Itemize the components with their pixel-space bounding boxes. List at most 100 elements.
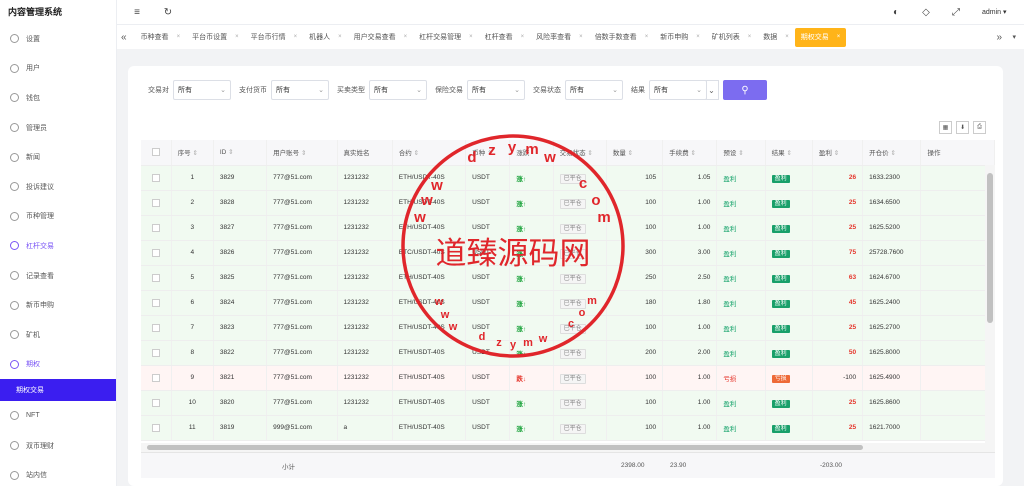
tab[interactable]: 矿机列表 × xyxy=(706,28,758,47)
tab[interactable]: 机器人 × xyxy=(303,28,348,47)
row-select-cell[interactable] xyxy=(141,265,172,291)
checkbox[interactable] xyxy=(151,298,160,307)
close-icon[interactable]: × xyxy=(469,34,473,40)
row-select-cell[interactable] xyxy=(141,415,172,441)
column-header[interactable]: 合约 ⇕ xyxy=(392,140,467,166)
print-icon[interactable]: ⎙ xyxy=(973,121,986,134)
column-header[interactable]: 盈利 ⇕ xyxy=(812,140,864,166)
table-row[interactable]: 8 3822 777@51.com 1231232 ETH/USDT-40S USDT 涨↑… xyxy=(141,340,995,366)
sidebar-item[interactable]: 杠杆交易 xyxy=(0,231,116,261)
user-menu[interactable]: admin ▾ xyxy=(982,8,1007,16)
table-row[interactable]: 6 3824 777@51.com 1231232 ETH/USDT-40S USDT 涨↑… xyxy=(141,290,995,316)
sidebar-item[interactable]: 管理员 xyxy=(0,113,116,143)
tabs-dropdown-icon[interactable]: ▾ xyxy=(1012,33,1016,41)
tab[interactable]: 币种查看 × xyxy=(135,28,187,47)
close-icon[interactable]: × xyxy=(837,34,841,40)
search-button[interactable]: ⚲ xyxy=(723,80,767,100)
refresh-icon[interactable]: ↻ xyxy=(160,4,176,20)
menu-collapse-icon[interactable]: ≡ xyxy=(129,4,145,20)
horizontal-scrollbar[interactable] xyxy=(141,443,995,452)
column-header[interactable]: 序号 ⇕ xyxy=(171,140,214,166)
tab[interactable]: 平台币行情 × xyxy=(245,28,304,47)
palette-icon[interactable]: ◐ xyxy=(888,4,904,20)
sort-icon[interactable]: ⇕ xyxy=(785,150,791,157)
close-icon[interactable]: × xyxy=(404,34,408,40)
tab[interactable]: 新币申购 × xyxy=(654,28,706,47)
sort-icon[interactable]: ⇕ xyxy=(412,150,419,157)
sidebar-item[interactable]: 新币申购 xyxy=(0,290,116,320)
sort-icon[interactable]: ⇕ xyxy=(626,150,633,157)
checkbox[interactable] xyxy=(151,398,160,407)
row-select-cell[interactable] xyxy=(141,315,172,341)
sidebar-item[interactable]: 期权交易 xyxy=(0,379,116,402)
fullscreen-icon[interactable]: ⤢ xyxy=(948,4,964,20)
sidebar-item[interactable]: 站内信 xyxy=(0,460,116,486)
tab[interactable]: 倍数手数查看 × xyxy=(589,28,655,47)
filter-select[interactable]: 所有 ⌄ xyxy=(173,80,231,100)
tab[interactable]: 风险率查看 × xyxy=(530,28,589,47)
checkbox[interactable] xyxy=(151,248,160,257)
sidebar-item[interactable]: 币种管理 xyxy=(0,202,116,232)
tabs-right-arrow-icon[interactable]: » xyxy=(996,32,1002,43)
checkbox[interactable] xyxy=(151,373,160,382)
row-select-cell[interactable] xyxy=(141,290,172,316)
column-header[interactable]: ID ⇕ xyxy=(213,140,268,166)
column-header[interactable]: 手续费 ⇕ xyxy=(662,140,718,166)
tab[interactable]: 杠杆查看 × xyxy=(479,28,531,47)
tab[interactable]: 期权交易 × xyxy=(794,27,847,47)
sidebar-item[interactable]: 投诉建议 xyxy=(0,172,116,202)
sort-icon[interactable]: ⇕ xyxy=(299,150,306,157)
close-icon[interactable]: × xyxy=(338,34,342,40)
checkbox[interactable] xyxy=(151,223,160,232)
column-header[interactable]: 真实姓名 xyxy=(337,140,393,166)
close-icon[interactable]: × xyxy=(645,34,649,40)
table-row[interactable]: 9 3821 777@51.com 1231232 ETH/USDT-40S USDT 跌↓… xyxy=(141,365,995,391)
close-icon[interactable]: × xyxy=(696,34,700,40)
checkbox[interactable] xyxy=(151,148,160,157)
sidebar-item[interactable]: NFT xyxy=(0,401,116,431)
close-icon[interactable]: × xyxy=(235,34,239,40)
close-icon[interactable]: × xyxy=(294,34,298,40)
checkbox[interactable] xyxy=(151,173,160,182)
sort-icon[interactable]: ⇕ xyxy=(226,149,233,156)
tab[interactable]: 用户交易查看 × xyxy=(348,28,414,47)
sort-icon[interactable]: ⇕ xyxy=(736,150,743,157)
checkbox[interactable] xyxy=(151,273,160,282)
close-icon[interactable]: × xyxy=(521,34,525,40)
checkbox[interactable] xyxy=(151,323,160,332)
sort-icon[interactable]: ⇕ xyxy=(485,150,492,157)
tag-icon[interactable]: ◇ xyxy=(918,4,934,20)
close-icon[interactable]: × xyxy=(748,34,752,40)
table-row[interactable]: 2 3828 777@51.com 1231232 ETH/USDT-40S USDT 涨↑… xyxy=(141,190,995,216)
row-select-cell[interactable] xyxy=(141,240,172,266)
row-select-cell[interactable] xyxy=(141,365,172,391)
table-row[interactable]: 10 3820 777@51.com 1231232 ETH/USDT-40S USDT 涨… xyxy=(141,390,995,416)
sidebar-item[interactable]: 记录查看 xyxy=(0,261,116,291)
row-select-cell[interactable] xyxy=(141,190,172,216)
filter-select[interactable]: 所有 ⌄ xyxy=(271,80,329,100)
sidebar-item[interactable]: 期权 xyxy=(0,350,116,380)
filter-select[interactable]: 所有 ⌄ xyxy=(369,80,427,100)
sort-icon[interactable]: ⇕ xyxy=(889,150,895,157)
tabs-left-arrow-icon[interactable]: « xyxy=(121,32,127,43)
row-select-cell[interactable] xyxy=(141,340,172,366)
column-header[interactable]: 币种 ⇕ xyxy=(465,140,511,166)
sort-icon[interactable]: ⇕ xyxy=(191,150,197,157)
tab[interactable]: 平台币设置 × xyxy=(186,28,245,47)
close-icon[interactable]: × xyxy=(177,34,181,40)
sort-icon[interactable]: ⇕ xyxy=(689,150,695,157)
table-row[interactable]: 3 3827 777@51.com 1231232 ETH/USDT-40S USDT 涨↑… xyxy=(141,215,995,241)
column-header[interactable]: 涨跌 xyxy=(509,140,554,166)
column-header[interactable]: 数量 ⇕ xyxy=(606,140,664,166)
sidebar-item[interactable]: 用户 xyxy=(0,54,116,84)
filter-select[interactable]: 所有 ⌄ xyxy=(565,80,623,100)
columns-icon[interactable]: ▦ xyxy=(939,121,952,134)
column-header[interactable]: 预设 ⇕ xyxy=(716,140,766,166)
filter-select[interactable]: 所有 ⌄ xyxy=(467,80,525,100)
checkbox[interactable] xyxy=(151,198,160,207)
sidebar-item[interactable]: 设置 xyxy=(0,24,116,54)
table-row[interactable]: 11 3819 999@51.com a ETH/USDT-40S USDT 涨↑ 已平仓 10… xyxy=(141,415,995,441)
table-row[interactable]: 1 3829 777@51.com 1231232 ETH/USDT-40S USDT 涨↑… xyxy=(141,165,995,191)
table-row[interactable]: 4 3826 777@51.com 1231232 BTC/USDT-40S USDT 涨↑… xyxy=(141,240,995,266)
table-row[interactable]: 5 3825 777@51.com 1231232 ETH/USDT-40S USDT 涨↑… xyxy=(141,265,995,291)
